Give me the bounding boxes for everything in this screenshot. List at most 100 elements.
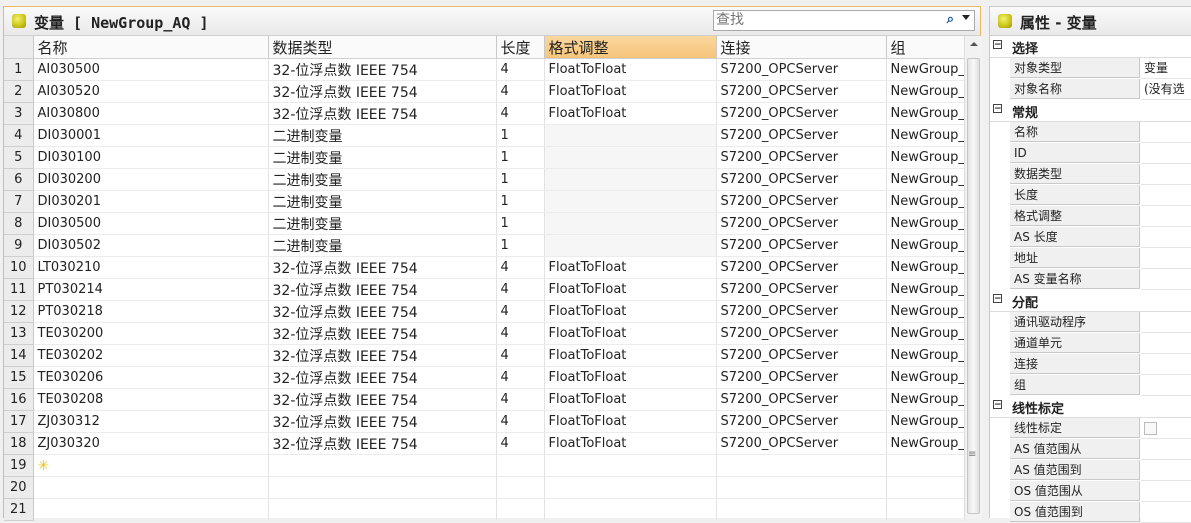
row-number[interactable]: 12 [4, 300, 34, 323]
property-row[interactable]: OS 值范围从 [990, 481, 1191, 502]
cell-group[interactable]: NewGroup_ [886, 168, 966, 191]
column-header-connection[interactable]: 连接 [716, 36, 887, 59]
cell-datatype[interactable]: 二进制变量 [267, 146, 497, 169]
cell-connection[interactable]: S7200_OPCServer [716, 344, 887, 367]
row-number[interactable]: 3 [4, 102, 34, 125]
property-row[interactable]: 对象名称 (没有选 [990, 79, 1191, 100]
cell-name[interactable]: TE030208 [33, 388, 269, 411]
cell-group[interactable]: NewGroup_ [886, 102, 966, 125]
row-number[interactable]: 2 [4, 80, 34, 103]
cell-group[interactable]: NewGroup_ [886, 278, 966, 301]
row-number[interactable]: 15 [4, 366, 34, 389]
property-row[interactable]: 线性标定 [990, 418, 1191, 439]
cell-name[interactable]: DI030001 [33, 124, 269, 147]
property-value[interactable] [1141, 418, 1191, 439]
row-number[interactable]: 14 [4, 344, 34, 367]
cell-connection[interactable]: S7200_OPCServer [716, 80, 887, 103]
cell-connection[interactable] [716, 498, 887, 521]
cell-group[interactable]: NewGroup_ [886, 300, 966, 323]
cell-group[interactable]: NewGroup_ [886, 322, 966, 345]
table-row[interactable]: 13 TE030200 32-位浮点数 IEEE 754 4 FloatToFloat S… [4, 322, 966, 345]
cell-format[interactable] [544, 190, 717, 213]
property-row[interactable]: 地址 [990, 248, 1191, 269]
property-value[interactable] [1141, 354, 1191, 375]
cell-connection[interactable]: S7200_OPCServer [716, 388, 887, 411]
collapse-icon[interactable]: − [993, 400, 1002, 410]
cell-connection[interactable] [716, 476, 887, 499]
cell-length[interactable] [496, 454, 545, 477]
cell-datatype[interactable] [267, 476, 497, 499]
row-number[interactable]: 6 [4, 168, 34, 191]
table-row[interactable]: 12 PT030218 32-位浮点数 IEEE 754 4 FloatToFloat S… [4, 300, 966, 323]
property-value[interactable] [1141, 312, 1191, 333]
corner-header[interactable] [4, 36, 34, 59]
property-value[interactable]: 变量 [1141, 58, 1191, 79]
scrollbar-thumb[interactable] [967, 58, 980, 514]
collapse-icon[interactable]: − [993, 104, 1002, 114]
cell-group[interactable]: NewGroup_ [886, 190, 966, 213]
cell-connection[interactable]: S7200_OPCServer [716, 432, 887, 455]
cell-connection[interactable]: S7200_OPCServer [716, 234, 887, 257]
table-row[interactable]: 8 DI030500 二进制变量 1 S7200_OPCServer NewGroup_ [4, 212, 966, 235]
cell-length[interactable]: 4 [496, 278, 545, 301]
table-row[interactable]: 14 TE030202 32-位浮点数 IEEE 754 4 FloatToFloat S… [4, 344, 966, 367]
cell-length[interactable]: 4 [496, 300, 545, 323]
cell-group[interactable] [886, 476, 966, 499]
row-number[interactable]: 7 [4, 190, 34, 213]
cell-connection[interactable]: S7200_OPCServer [716, 124, 887, 147]
cell-length[interactable]: 1 [496, 146, 545, 169]
cell-format[interactable] [544, 168, 717, 191]
cell-datatype[interactable]: 32-位浮点数 IEEE 754 [267, 102, 497, 125]
cell-format[interactable] [544, 124, 717, 147]
cell-length[interactable]: 4 [496, 322, 545, 345]
column-header-datatype[interactable]: 数据类型 [267, 36, 497, 59]
cell-name[interactable]: TE030200 [33, 322, 269, 345]
cell-length[interactable]: 4 [496, 388, 545, 411]
property-row[interactable]: AS 长度 [990, 227, 1191, 248]
cell-length[interactable]: 4 [496, 80, 545, 103]
empty-row[interactable]: 20 [4, 476, 966, 499]
cell-datatype[interactable]: 二进制变量 [267, 190, 497, 213]
cell-connection[interactable]: S7200_OPCServer [716, 102, 887, 125]
cell-format[interactable]: FloatToFloat [544, 102, 717, 125]
row-number[interactable]: 1 [4, 58, 34, 81]
cell-connection[interactable]: S7200_OPCServer [716, 300, 887, 323]
cell-name[interactable]: TE030206 [33, 366, 269, 389]
cell-group[interactable]: NewGroup_ [886, 432, 966, 455]
cell-datatype[interactable] [267, 498, 497, 521]
cell-length[interactable]: 1 [496, 234, 545, 257]
cell-group[interactable]: NewGroup_ [886, 58, 966, 81]
cell-connection[interactable]: S7200_OPCServer [716, 168, 887, 191]
cell-connection[interactable]: S7200_OPCServer [716, 322, 887, 345]
linear-scaling-checkbox[interactable] [1144, 422, 1157, 435]
vertical-scrollbar[interactable]: ≡ [964, 36, 982, 519]
cell-group[interactable]: NewGroup_ [886, 366, 966, 389]
cell-datatype[interactable]: 32-位浮点数 IEEE 754 [267, 58, 497, 81]
cell-name[interactable]: AI030800 [33, 102, 269, 125]
property-row[interactable]: 对象类型 变量 [990, 58, 1191, 79]
table-row[interactable]: 4 DI030001 二进制变量 1 S7200_OPCServer NewGroup_ [4, 124, 966, 147]
property-value[interactable]: (没有选 [1141, 79, 1191, 100]
property-row[interactable]: AS 变量名称 [990, 269, 1191, 290]
search-box[interactable]: ⌕ [713, 10, 975, 31]
cell-name[interactable]: DI030502 [33, 234, 269, 257]
cell-length[interactable]: 4 [496, 344, 545, 367]
cell-format[interactable]: FloatToFloat [544, 388, 717, 411]
cell-datatype[interactable]: 32-位浮点数 IEEE 754 [267, 410, 497, 433]
table-row[interactable]: 7 DI030201 二进制变量 1 S7200_OPCServer NewGroup_ [4, 190, 966, 213]
cell-name[interactable]: ✳ [33, 454, 269, 477]
cell-connection[interactable]: S7200_OPCServer [716, 278, 887, 301]
cell-name[interactable]: TE030202 [33, 344, 269, 367]
property-value[interactable] [1141, 143, 1191, 164]
cell-name[interactable]: DI030201 [33, 190, 269, 213]
property-row[interactable]: 长度 [990, 185, 1191, 206]
cell-format[interactable] [544, 212, 717, 235]
property-category[interactable]: − 分配 [990, 290, 1191, 312]
property-value[interactable] [1141, 269, 1191, 290]
row-number[interactable]: 18 [4, 432, 34, 455]
scroll-up-arrow-icon[interactable] [970, 42, 978, 46]
property-value[interactable] [1141, 502, 1191, 523]
property-row[interactable]: AS 值范围到 [990, 460, 1191, 481]
cell-datatype[interactable]: 二进制变量 [267, 124, 497, 147]
property-value[interactable] [1141, 248, 1191, 269]
